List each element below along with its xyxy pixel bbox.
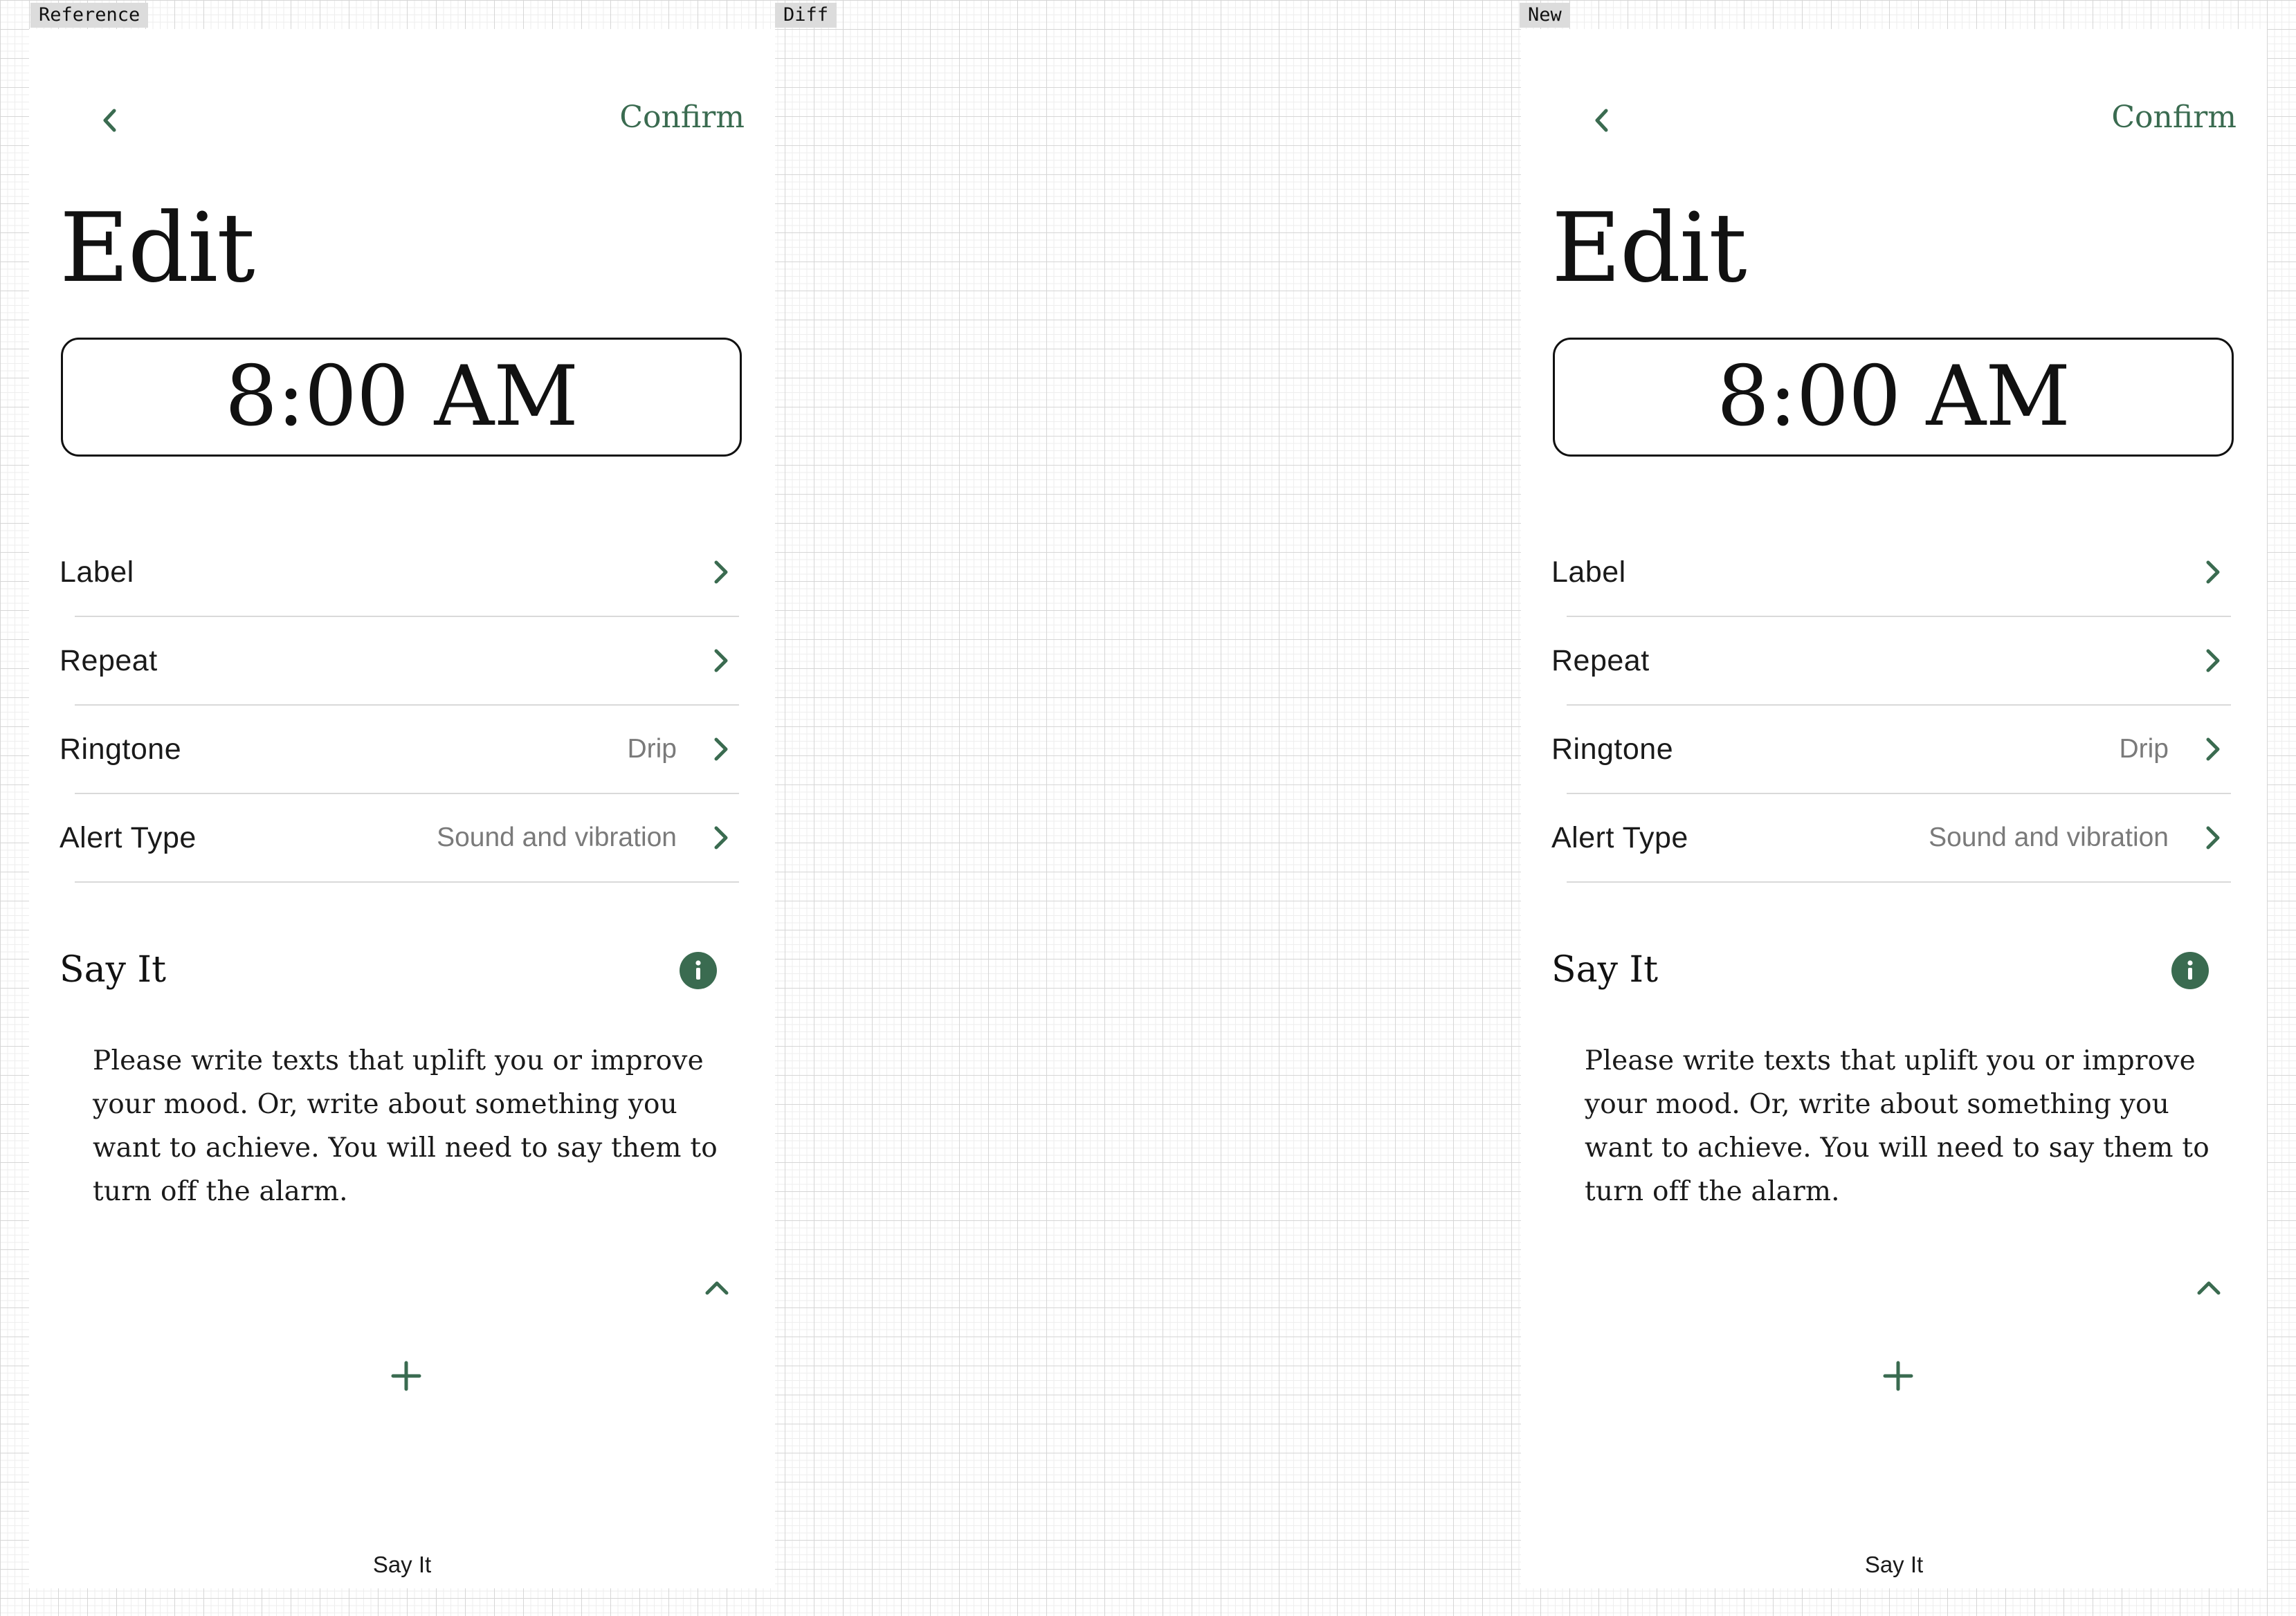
info-button[interactable] [2171,952,2209,989]
setting-label: Repeat [1551,644,1650,677]
say-it-description: Please write texts that uplift you or im… [1585,1045,2210,1207]
say-it-tab-label: Say It [372,1552,432,1577]
time-display: 8:00 AM [1716,349,2070,445]
plus-icon [391,1361,421,1391]
setting-row-label[interactable]: Label [60,529,754,617]
setting-label: Ringtone [60,733,182,766]
setting-label: Ringtone [1551,733,1674,766]
setting-label: Repeat [60,644,158,677]
new-screen: Confirm Edit 8:00 AM Label Repeat Ringto… [1521,29,2267,1588]
chevron-left-icon [1595,109,1608,132]
setting-value: Sound and vibration [437,823,677,852]
page-title: Edit [60,192,255,304]
add-text-button[interactable] [382,1352,430,1400]
chevron-up-icon [705,1281,729,1295]
page-title: Edit [1551,192,1747,304]
new-panel-label: New [1520,3,1570,28]
reference-screen: Confirm Edit 8:00 AM Label Repeat Ringto… [29,29,775,1588]
setting-label: Label [1551,556,1626,589]
setting-row-ringtone[interactable]: Ringtone Drip [60,706,754,794]
chevron-right-icon [2206,560,2220,584]
time-display: 8:00 AM [224,349,578,445]
setting-label: Alert Type [60,821,197,854]
back-button[interactable] [87,98,131,143]
say-it-heading: Say It [1551,949,1658,991]
setting-row-ringtone[interactable]: Ringtone Drip [1551,706,2246,794]
say-it-description: Please write texts that uplift you or im… [93,1045,718,1207]
reference-panel-label: Reference [30,3,149,28]
say-it-tab-label: Say It [1864,1552,1924,1577]
setting-row-label[interactable]: Label [1551,529,2246,617]
info-icon [2187,960,2193,980]
chevron-right-icon [2206,649,2220,672]
chevron-right-icon [2206,737,2220,761]
time-picker[interactable]: 8:00 AM [1553,338,2234,457]
setting-row-repeat[interactable]: Repeat [60,617,754,706]
row-divider [75,881,739,883]
info-icon [695,960,701,980]
add-text-button[interactable] [1874,1352,1922,1400]
plus-icon [1883,1361,1913,1391]
chevron-right-icon [714,649,728,672]
setting-value: Drip [627,734,677,764]
diff-pane [775,0,1521,1616]
setting-row-alert-type[interactable]: Alert Type Sound and vibration [1551,794,2246,883]
collapse-button[interactable] [2188,1267,2230,1309]
setting-row-repeat[interactable]: Repeat [1551,617,2246,706]
info-button[interactable] [680,952,717,989]
row-divider [1567,881,2231,883]
chevron-left-icon [103,109,116,132]
collapse-button[interactable] [696,1267,738,1309]
confirm-button[interactable]: Confirm [619,91,745,144]
time-picker[interactable]: 8:00 AM [61,338,742,457]
setting-label: Label [60,556,134,589]
chevron-right-icon [714,737,728,761]
back-button[interactable] [1579,98,1623,143]
confirm-button[interactable]: Confirm [2111,91,2236,144]
chevron-up-icon [2197,1281,2221,1295]
setting-row-alert-type[interactable]: Alert Type Sound and vibration [60,794,754,883]
setting-label: Alert Type [1551,821,1688,854]
setting-value: Drip [2119,734,2169,764]
setting-value: Sound and vibration [1929,823,2169,852]
chevron-right-icon [714,826,728,850]
chevron-right-icon [2206,826,2220,850]
chevron-right-icon [714,560,728,584]
say-it-heading: Say It [60,949,166,991]
